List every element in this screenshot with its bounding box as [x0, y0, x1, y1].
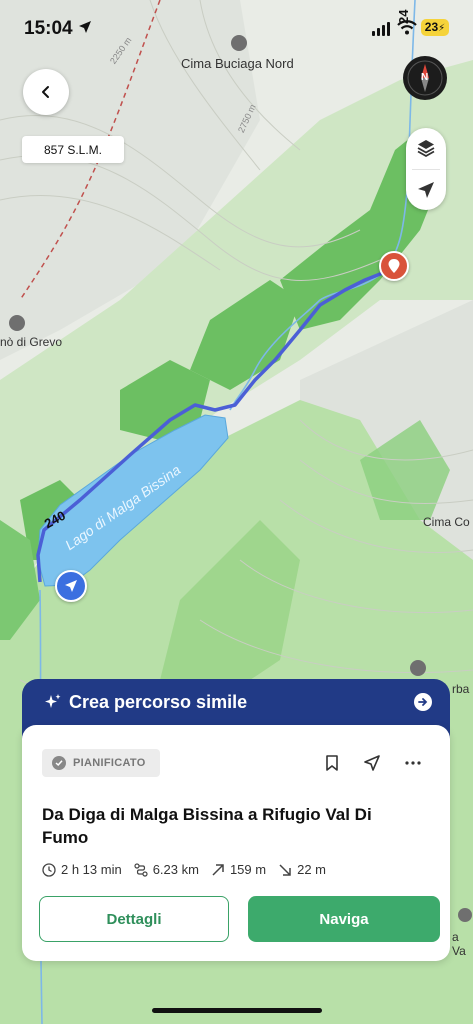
ascent-stat: 159 m [211, 862, 266, 877]
share-button[interactable] [360, 751, 384, 775]
more-icon [405, 761, 421, 765]
route-distance-icon [134, 862, 148, 877]
altitude-indicator: 857 S.L.M. [22, 136, 124, 163]
wifi-icon [397, 20, 417, 35]
details-button[interactable]: Dettagli [39, 896, 229, 942]
chevron-left-icon [42, 86, 49, 98]
compass-north-label: N [421, 72, 429, 83]
distance-stat: 6.23 km [134, 862, 199, 877]
check-icon [52, 756, 66, 770]
status-time: 15:04 [24, 18, 73, 39]
peak-label: Cima Co [423, 515, 470, 529]
layers-icon [417, 140, 435, 158]
status-badge: PIANIFICATO [42, 749, 160, 777]
descent-stat: 22 m [278, 862, 326, 877]
peak-marker [410, 660, 426, 676]
more-button[interactable] [401, 751, 425, 775]
home-indicator[interactable] [152, 1008, 322, 1013]
arrow-down-right-icon [279, 863, 291, 876]
arrow-up-right-icon [212, 863, 224, 876]
locate-button[interactable] [406, 170, 446, 210]
bookmark-button[interactable] [320, 751, 344, 775]
location-pin-icon [388, 259, 400, 273]
route-title: Da Diga di Malga Bissina a Rifugio Val D… [42, 805, 372, 847]
place-marker [9, 315, 25, 331]
navigation-arrow-icon [65, 580, 77, 592]
ascent-value: 159 m [229, 862, 267, 877]
location-arrow-icon [418, 182, 434, 198]
destination-pin[interactable] [379, 251, 409, 281]
banner-label: Crea percorso simile [69, 692, 248, 712]
peak-label: a Va [452, 930, 466, 958]
battery-indicator: 23⚡ [421, 19, 449, 36]
duration-value: 2 h 13 min [61, 862, 122, 877]
battery-level: 23 [424, 20, 439, 34]
peak-marker [458, 908, 472, 922]
peak-label: rba [452, 682, 470, 696]
bookmark-icon [326, 755, 338, 771]
peak-label: Cima Buciaga Nord [181, 56, 294, 71]
charging-icon: ⚡ [438, 23, 446, 34]
duration-stat: 2 h 13 min [42, 862, 122, 877]
descent-value: 22 m [297, 862, 326, 877]
route-card: PIANIFICATO Da Diga di Malga Bissina a R… [22, 725, 450, 961]
place-label: nò di Grevo [0, 335, 63, 349]
map-controls [406, 128, 446, 210]
clock-icon [42, 862, 56, 877]
sparkle-icon [45, 694, 61, 708]
status-bar: 15:04 23⚡ [0, 0, 473, 56]
route-stats: 2 h 13 min 6.23 km 159 m 22 m [42, 862, 338, 877]
back-button[interactable] [23, 69, 69, 115]
compass-button[interactable]: N [403, 56, 447, 100]
current-position-marker [55, 570, 87, 602]
navigate-button[interactable]: Naviga [248, 896, 440, 942]
cellular-signal-icon [372, 22, 390, 36]
arrow-right-icon [414, 693, 432, 711]
status-badge-label: PIANIFICATO [73, 757, 146, 769]
location-services-icon [79, 21, 91, 33]
layers-button[interactable] [406, 128, 446, 168]
share-icon [364, 755, 380, 771]
distance-value: 6.23 km [152, 862, 199, 877]
